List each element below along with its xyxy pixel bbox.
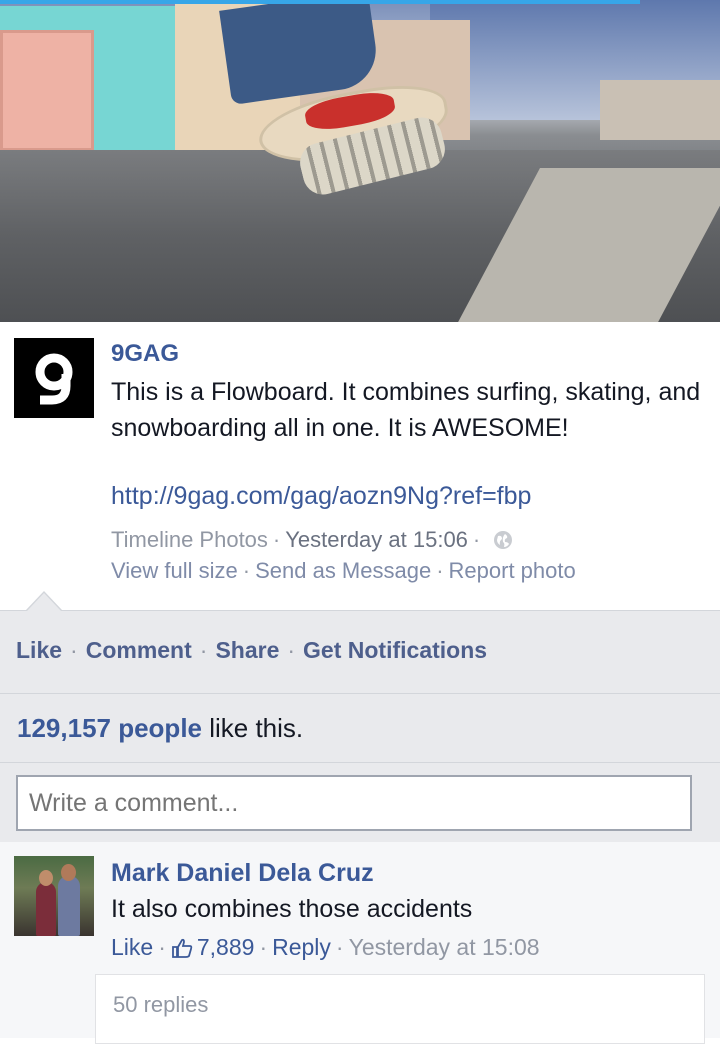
replies-link[interactable]: 50 replies: [95, 974, 705, 1044]
globe-icon: [494, 531, 513, 549]
photo-house: [600, 80, 720, 140]
like-button[interactable]: Like: [16, 637, 62, 663]
post-card: 9GAG This is a Flowboard. It combines su…: [0, 322, 720, 610]
comment-text: It also combines those accidents: [111, 895, 473, 923]
send-as-message-link[interactable]: Send as Message: [255, 558, 431, 583]
post-message: This is a Flowboard. It combines surfing…: [111, 378, 701, 442]
9gag-logo-icon: [35, 353, 73, 405]
likes-summary: 129,157 people like this.: [0, 693, 720, 762]
post-link[interactable]: http://9gag.com/gag/aozn9Ng?ref=fbp: [111, 482, 531, 511]
comment-author[interactable]: Mark Daniel Dela Cruz: [111, 859, 374, 888]
get-notifications-button[interactable]: Get Notifications: [303, 637, 487, 663]
post-meta: Timeline Photos · Yesterday at 15:06 ·: [111, 527, 513, 553]
likes-suffix: like this.: [202, 713, 304, 743]
comment-composer: [0, 762, 720, 843]
action-row: Like · Comment · Share · Get Notifications: [16, 637, 488, 663]
loading-bar: [0, 0, 640, 4]
pointer-notch-fill: [27, 593, 61, 611]
likes-count[interactable]: 129,157 people: [17, 713, 202, 743]
comment-item: Mark Daniel Dela Cruz It also combines t…: [0, 842, 720, 1044]
avatar[interactable]: [14, 856, 94, 936]
comment-meta: Like · 7,889 · Reply · Yesterday at 15:0…: [111, 934, 540, 961]
post-author[interactable]: 9GAG: [111, 340, 179, 368]
share-button[interactable]: Share: [215, 637, 279, 663]
post-time[interactable]: Yesterday at 15:06: [285, 527, 468, 553]
view-full-size-link[interactable]: View full size: [111, 558, 238, 583]
action-bar: Like · Comment · Share · Get Notifications: [0, 610, 720, 693]
report-photo-link[interactable]: Report photo: [449, 558, 576, 583]
page-logo[interactable]: [14, 338, 94, 418]
album-link[interactable]: Timeline Photos: [111, 527, 268, 553]
comment-input[interactable]: [16, 775, 692, 831]
comment-button[interactable]: Comment: [86, 637, 192, 663]
thumbs-up-icon: [171, 938, 193, 958]
photo-garage: [0, 30, 94, 151]
replies-count: 50 replies: [113, 992, 209, 1017]
post-actions-secondary: View full size · Send as Message · Report ph…: [111, 558, 576, 583]
comment-like-count[interactable]: 7,889: [197, 934, 255, 961]
post-photo[interactable]: [0, 0, 720, 322]
comment-time[interactable]: Yesterday at 15:08: [349, 934, 540, 961]
reply-button[interactable]: Reply: [272, 934, 331, 961]
comment-like-button[interactable]: Like: [111, 934, 153, 961]
